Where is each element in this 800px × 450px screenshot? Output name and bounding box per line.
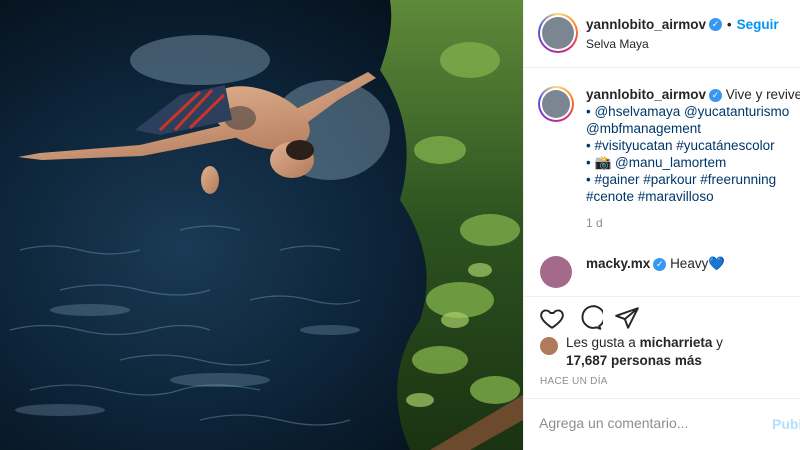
post-comment-button[interactable]: Publicar (772, 416, 800, 432)
blue-heart-emoji: 💙 (708, 256, 726, 271)
likes-count[interactable]: 17,687 personas más (566, 353, 702, 368)
verified-badge-icon: ✓ (709, 18, 723, 32)
caption-avatar (542, 90, 570, 118)
caption-line[interactable]: • #visityucatan #yucatánescolor (586, 137, 800, 154)
follow-button[interactable]: Seguir (737, 17, 779, 32)
comment-icon[interactable] (577, 305, 606, 331)
liker-avatar[interactable] (540, 337, 558, 355)
share-icon[interactable] (614, 305, 640, 331)
comment-form: Publicar (524, 398, 800, 450)
caption-line[interactable]: • 📸 @manu_lamortem (586, 154, 800, 171)
caption-line[interactable]: • #gainer #parkour #freerunning (586, 171, 800, 188)
caption-time[interactable]: 1 d (586, 215, 800, 232)
commenter-avatar[interactable] (540, 256, 572, 288)
verified-badge-icon: ✓ (709, 88, 723, 102)
liked-by-username[interactable]: micharrieta (640, 335, 713, 350)
post-image (0, 0, 523, 450)
action-bar (524, 296, 800, 336)
avatar (542, 17, 574, 49)
likes-conjunction: y (716, 335, 723, 350)
story-ring[interactable] (538, 13, 578, 53)
comment: macky.mx ✓ Heavy💙 (586, 256, 725, 272)
author-username[interactable]: yannlobito_airmov (586, 17, 706, 32)
post-timestamp[interactable]: HACE UN DÍA (540, 376, 608, 387)
caption-line[interactable]: @mbfmanagement (586, 120, 800, 137)
post-photo[interactable] (0, 0, 523, 450)
caption-story-ring[interactable] (538, 86, 574, 122)
location-link[interactable]: Selva Maya (586, 37, 649, 51)
post-caption: yannlobito_airmov ✓ Vive y revive • @hsel… (586, 86, 800, 232)
likes-prefix: Les gusta a (566, 335, 636, 350)
comment-text: Heavy (670, 256, 709, 271)
post-header: yannlobito_airmov ✓ • Seguir Selva Maya (524, 0, 800, 68)
caption-line[interactable]: • @hselvamaya @yucatanturismo (586, 103, 800, 120)
likes-summary: Les gusta a micharrieta y 17,687 persona… (566, 334, 723, 370)
caption-line[interactable]: #cenote #maravilloso (586, 188, 800, 205)
caption-text: Vive y revive (725, 87, 800, 102)
heart-icon[interactable] (539, 305, 565, 331)
commenter-username[interactable]: macky.mx (586, 256, 650, 271)
separator-dot: • (727, 17, 732, 32)
comment-input[interactable] (539, 415, 759, 431)
verified-badge-icon: ✓ (653, 257, 667, 271)
post-details-panel: yannlobito_airmov ✓ • Seguir Selva Maya yan… (523, 0, 800, 450)
caption-username[interactable]: yannlobito_airmov (586, 87, 706, 102)
